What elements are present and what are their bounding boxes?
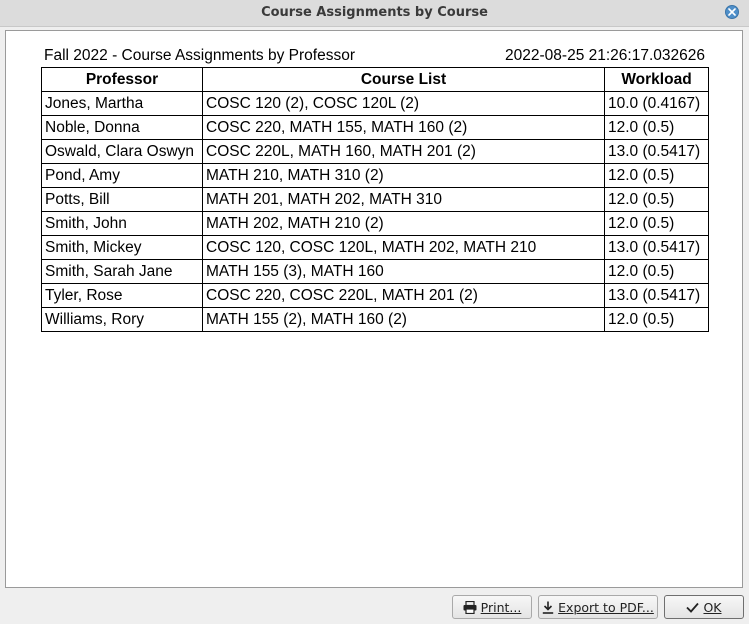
window-title: Course Assignments by Course — [261, 5, 488, 20]
cell-workload: 13.0 (0.5417) — [604, 283, 709, 308]
ok-button[interactable]: OK — [664, 595, 744, 619]
cell-professor: Tyler, Rose — [41, 283, 203, 308]
ok-button-label: OK — [703, 599, 722, 615]
column-header-course-list: Course List — [202, 67, 605, 92]
print-button[interactable]: Print... — [452, 595, 532, 619]
printer-icon — [463, 600, 477, 614]
cell-course-list: MATH 201, MATH 202, MATH 310 — [202, 187, 605, 212]
cell-workload: 13.0 (0.5417) — [604, 139, 709, 164]
cell-workload: 12.0 (0.5) — [604, 211, 709, 236]
cell-professor: Potts, Bill — [41, 187, 203, 212]
cell-course-list: COSC 120, COSC 120L, MATH 202, MATH 210 — [202, 235, 605, 260]
table-row: Noble, Donna COSC 220, MATH 155, MATH 160… — [41, 115, 709, 140]
title-bar[interactable]: Course Assignments by Course — [0, 0, 749, 27]
cell-professor: Smith, Sarah Jane — [41, 259, 203, 284]
assignments-table: Professor Course List Workload Jones, Ma… — [41, 67, 709, 332]
cell-professor: Williams, Rory — [41, 307, 203, 332]
cell-course-list: COSC 220, COSC 220L, MATH 201 (2) — [202, 283, 605, 308]
cell-professor: Smith, Mickey — [41, 235, 203, 260]
export-pdf-button[interactable]: Export to PDF... — [538, 595, 658, 619]
cell-course-list: COSC 220L, MATH 160, MATH 201 (2) — [202, 139, 605, 164]
export-pdf-button-label: Export to PDF... — [558, 599, 654, 615]
table-row: Potts, Bill MATH 201, MATH 202, MATH 310 1… — [41, 187, 709, 212]
table-row: Williams, Rory MATH 155 (2), MATH 160 (2)… — [41, 307, 709, 332]
dialog-window: Course Assignments by Course Fall 2022 -… — [0, 0, 749, 624]
checkmark-icon — [686, 602, 700, 613]
cell-course-list: COSC 220, MATH 155, MATH 160 (2) — [202, 115, 605, 140]
cell-workload: 13.0 (0.5417) — [604, 235, 709, 260]
cell-professor: Pond, Amy — [41, 163, 203, 188]
cell-workload: 12.0 (0.5) — [604, 307, 709, 332]
table-row: Smith, John MATH 202, MATH 210 (2) 12.0 (0… — [41, 211, 709, 236]
cell-professor: Oswald, Clara Oswyn — [41, 139, 203, 164]
cell-workload: 10.0 (0.4167) — [604, 91, 709, 116]
cell-course-list: MATH 202, MATH 210 (2) — [202, 211, 605, 236]
cell-professor: Noble, Donna — [41, 115, 203, 140]
table-row: Smith, Sarah Jane MATH 155 (3), MATH 160 1… — [41, 259, 709, 284]
cell-course-list: MATH 155 (2), MATH 160 (2) — [202, 307, 605, 332]
table-row: Jones, Martha COSC 120 (2), COSC 120L (2)… — [41, 91, 709, 116]
close-icon — [728, 8, 736, 16]
cell-workload: 12.0 (0.5) — [604, 259, 709, 284]
report-title: Fall 2022 - Course Assignments by Profes… — [44, 47, 355, 64]
table-row: Tyler, Rose COSC 220, COSC 220L, MATH 201… — [41, 283, 709, 308]
cell-course-list: COSC 120 (2), COSC 120L (2) — [202, 91, 605, 116]
table-row: Pond, Amy MATH 210, MATH 310 (2) 12.0 (0.5… — [41, 163, 709, 188]
table-row: Smith, Mickey COSC 120, COSC 120L, MATH 2… — [41, 235, 709, 260]
print-button-label: Print... — [480, 599, 522, 615]
cell-course-list: MATH 155 (3), MATH 160 — [202, 259, 605, 284]
cell-workload: 12.0 (0.5) — [604, 115, 709, 140]
column-header-professor: Professor — [41, 67, 203, 92]
report-panel: Fall 2022 - Course Assignments by Profes… — [5, 30, 743, 588]
table-row: Oswald, Clara Oswyn COSC 220L, MATH 160, … — [41, 139, 709, 164]
cell-professor: Smith, John — [41, 211, 203, 236]
close-button[interactable] — [725, 5, 739, 19]
download-icon — [542, 601, 554, 614]
table-header-row: Professor Course List Workload — [41, 67, 709, 92]
cell-workload: 12.0 (0.5) — [604, 163, 709, 188]
cell-course-list: MATH 210, MATH 310 (2) — [202, 163, 605, 188]
cell-professor: Jones, Martha — [41, 91, 203, 116]
report-timestamp: 2022-08-25 21:26:17.032626 — [505, 47, 705, 64]
column-header-workload: Workload — [604, 67, 709, 92]
report-header: Fall 2022 - Course Assignments by Profes… — [44, 47, 705, 65]
cell-workload: 12.0 (0.5) — [604, 187, 709, 212]
